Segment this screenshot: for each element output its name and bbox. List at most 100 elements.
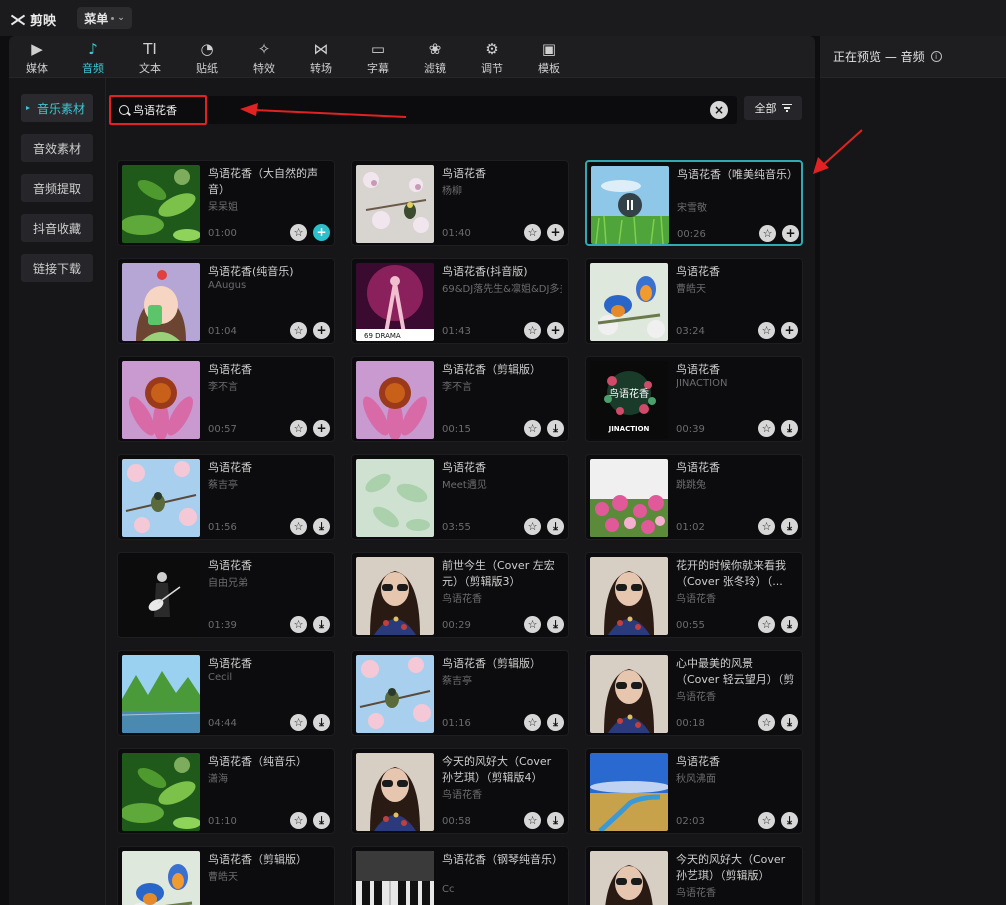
sidebar-item[interactable]: 链接下载	[21, 254, 93, 282]
track-card[interactable]: 鸟语花香 Meet遇见 03:55	[351, 454, 569, 540]
track-card[interactable]: 花开的时候你就来看我（Cover 张冬玲）（... 鸟语花香 00:55	[585, 552, 803, 638]
info-icon[interactable]: i	[930, 51, 942, 62]
track-card[interactable]: 鸟语花香（唯美纯音乐） 宋雪敬 00:26	[585, 160, 803, 246]
track-thumbnail[interactable]	[356, 655, 434, 733]
track-card[interactable]: 鸟语花香（纯音乐） 潇海 01:10	[117, 748, 335, 834]
track-card[interactable]: 鸟语花香（剪辑版） 李不言 00:15	[351, 356, 569, 442]
favorite-star-icon[interactable]	[290, 812, 307, 829]
download-icon[interactable]	[547, 518, 564, 535]
tab-adjust[interactable]: ⚙ 调节	[467, 39, 517, 76]
track-card[interactable]: 69 DRAMA 鸟语花香(抖音版) 69&DJ落先生&凛姐&DJ多多 01:43	[351, 258, 569, 344]
track-thumbnail[interactable]	[122, 557, 200, 635]
track-thumbnail[interactable]	[590, 851, 668, 905]
add-to-track-icon[interactable]	[313, 224, 330, 241]
favorite-star-icon[interactable]	[758, 322, 775, 339]
favorite-star-icon[interactable]	[524, 420, 541, 437]
track-card[interactable]: 鸟语花香 李不言 00:57	[117, 356, 335, 442]
track-card[interactable]: 今天的风好大（Cover 孙艺琪）（剪辑版） 鸟语花香	[585, 846, 803, 905]
track-card[interactable]: 心中最美的风景（Cover 轻云望月）（剪辑版3） 鸟语花香 00:18	[585, 650, 803, 736]
favorite-star-icon[interactable]	[524, 518, 541, 535]
favorite-star-icon[interactable]	[524, 714, 541, 731]
favorite-star-icon[interactable]	[290, 518, 307, 535]
tab-effects[interactable]: ✧ 特效	[239, 39, 289, 76]
track-card[interactable]: 鸟语花香 杨柳 01:40	[351, 160, 569, 246]
download-icon[interactable]	[781, 616, 798, 633]
pause-icon[interactable]	[618, 193, 642, 217]
add-to-track-icon[interactable]	[782, 225, 799, 242]
track-thumbnail[interactable]	[122, 655, 200, 733]
track-thumbnail[interactable]: 鸟语花香 JINACTION	[590, 361, 668, 439]
sidebar-item[interactable]: 音频提取	[21, 174, 93, 202]
track-thumbnail[interactable]	[590, 557, 668, 635]
download-icon[interactable]	[547, 616, 564, 633]
track-card[interactable]: 鸟语花香 蔡吉亭 01:56	[117, 454, 335, 540]
track-card[interactable]: 鸟语花香 跳跳兔 01:02	[585, 454, 803, 540]
download-icon[interactable]	[313, 714, 330, 731]
favorite-star-icon[interactable]	[758, 616, 775, 633]
search-input[interactable]: 鸟语花香	[109, 95, 207, 125]
track-thumbnail[interactable]	[122, 361, 200, 439]
track-card[interactable]: 鸟语花香 JINACTION 鸟语花香 JINACTION 00:39	[585, 356, 803, 442]
add-to-track-icon[interactable]	[547, 322, 564, 339]
favorite-star-icon[interactable]	[290, 616, 307, 633]
track-card[interactable]: 鸟语花香（大自然的声音） 呆呆姐 01:00	[117, 160, 335, 246]
tab-filter[interactable]: ❀ 滤镜	[410, 39, 460, 76]
main-menu-button[interactable]: 菜单 ⌄	[77, 7, 132, 29]
download-icon[interactable]	[547, 812, 564, 829]
track-card[interactable]: 今天的风好大（Cover 孙艺琪）（剪辑版4） 鸟语花香 00:58	[351, 748, 569, 834]
clear-search-button[interactable]: ×	[710, 101, 728, 119]
download-icon[interactable]	[313, 812, 330, 829]
track-card[interactable]: 鸟语花香 曹皓天 03:24	[585, 258, 803, 344]
favorite-star-icon[interactable]	[524, 322, 541, 339]
add-to-track-icon[interactable]	[313, 420, 330, 437]
download-icon[interactable]	[547, 420, 564, 437]
track-thumbnail[interactable]	[356, 459, 434, 537]
track-thumbnail[interactable]	[122, 165, 200, 243]
track-thumbnail[interactable]	[122, 459, 200, 537]
download-icon[interactable]	[781, 812, 798, 829]
track-card[interactable]: 鸟语花香 秋风沸面 02:03	[585, 748, 803, 834]
track-card[interactable]: 鸟语花香 Cecil 04:44	[117, 650, 335, 736]
tab-subtitle[interactable]: ▭ 字幕	[353, 39, 403, 76]
favorite-star-icon[interactable]	[758, 518, 775, 535]
track-thumbnail[interactable]	[590, 263, 668, 341]
download-icon[interactable]	[781, 714, 798, 731]
track-thumbnail[interactable]	[122, 753, 200, 831]
favorite-star-icon[interactable]	[758, 714, 775, 731]
favorite-star-icon[interactable]	[290, 714, 307, 731]
tab-transition[interactable]: ⋈ 转场	[296, 39, 346, 76]
sidebar-item[interactable]: 抖音收藏	[21, 214, 93, 242]
track-thumbnail[interactable]	[356, 753, 434, 831]
favorite-star-icon[interactable]	[290, 224, 307, 241]
favorite-star-icon[interactable]	[524, 224, 541, 241]
track-thumbnail[interactable]	[591, 166, 669, 244]
track-card[interactable]: 鸟语花香 自由兄弟 01:39	[117, 552, 335, 638]
add-to-track-icon[interactable]	[781, 322, 798, 339]
tab-audio[interactable]: ♪ 音频	[68, 39, 118, 76]
track-card[interactable]: 鸟语花香（剪辑版） 蔡吉亭 01:16	[351, 650, 569, 736]
download-icon[interactable]	[313, 616, 330, 633]
favorite-star-icon[interactable]	[524, 616, 541, 633]
favorite-star-icon[interactable]	[758, 812, 775, 829]
tab-media[interactable]: ▶ 媒体	[12, 39, 62, 76]
download-icon[interactable]	[781, 420, 798, 437]
track-thumbnail[interactable]	[122, 851, 200, 905]
track-thumbnail[interactable]	[356, 165, 434, 243]
download-icon[interactable]	[781, 518, 798, 535]
sidebar-item[interactable]: 音效素材	[21, 134, 93, 162]
track-thumbnail[interactable]	[356, 557, 434, 635]
track-thumbnail[interactable]	[590, 655, 668, 733]
track-card[interactable]: 前世今生（Cover 左宏元）（剪辑版3） 鸟语花香 00:29	[351, 552, 569, 638]
download-icon[interactable]	[547, 714, 564, 731]
favorite-star-icon[interactable]	[759, 225, 776, 242]
tab-text[interactable]: TI 文本	[125, 39, 175, 76]
tab-sticker[interactable]: ◔ 贴纸	[182, 39, 232, 76]
track-card[interactable]: 鸟语花香（剪辑版） 曹皓天	[117, 846, 335, 905]
track-thumbnail[interactable]: 69 DRAMA	[356, 263, 434, 341]
filter-button[interactable]: 全部	[744, 96, 802, 120]
track-thumbnail[interactable]	[356, 361, 434, 439]
favorite-star-icon[interactable]	[524, 812, 541, 829]
sidebar-item[interactable]: 音乐素材	[21, 94, 93, 122]
favorite-star-icon[interactable]	[758, 420, 775, 437]
track-card[interactable]: 鸟语花香(纯音乐) AAugus 01:04	[117, 258, 335, 344]
